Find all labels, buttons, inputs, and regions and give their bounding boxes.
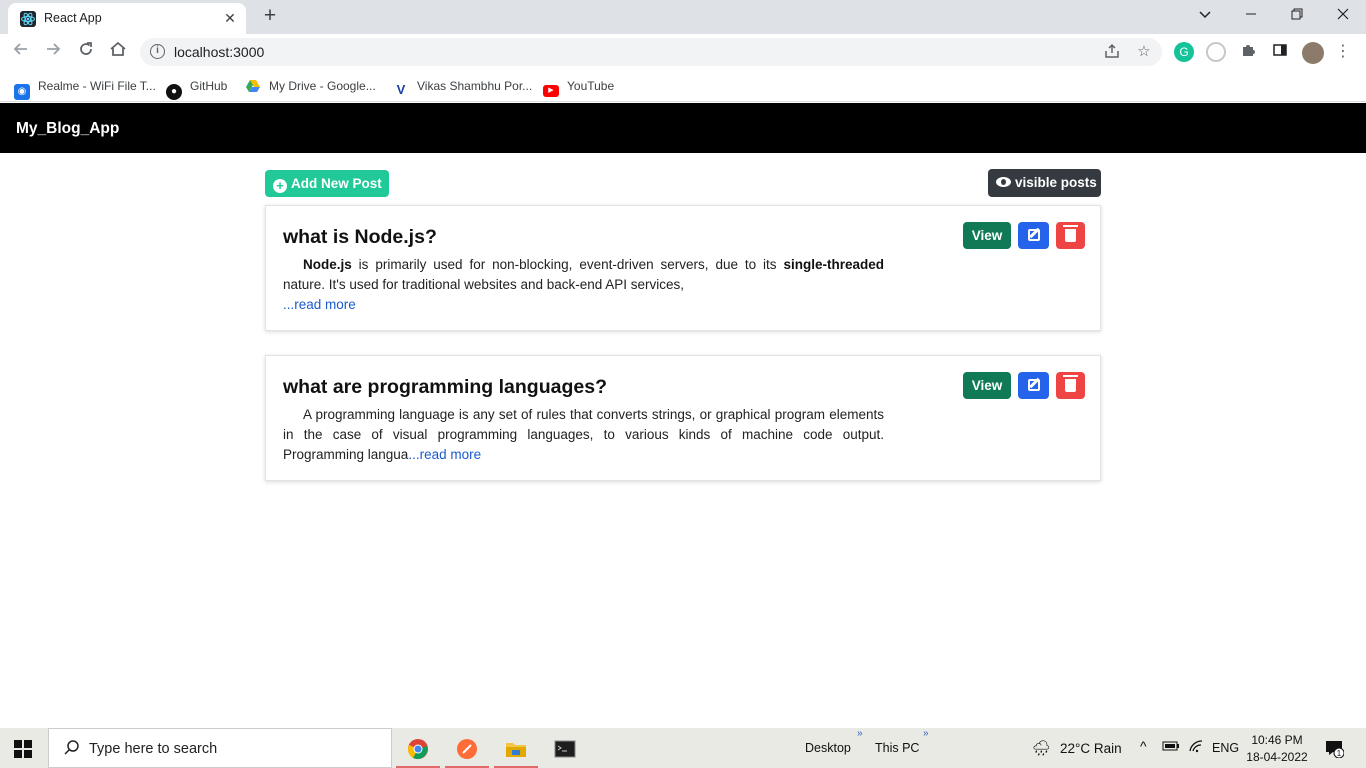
postman-icon	[456, 738, 478, 760]
bookmark-google-drive[interactable]: My Drive - Google...	[245, 77, 376, 95]
plus-circle-icon: +	[273, 179, 287, 193]
url-text: localhost:3000	[174, 44, 265, 60]
bookmark-vikas[interactable]: V Vikas Shambhu Por...	[393, 77, 533, 97]
post-title: what are programming languages?	[283, 376, 607, 398]
post-excerpt: Node.js is primarily used for non-blocki…	[283, 257, 884, 312]
edit-icon	[1027, 379, 1040, 391]
edit-post-button[interactable]	[1018, 222, 1049, 249]
edit-post-button[interactable]	[1018, 372, 1049, 399]
chrome-icon	[407, 738, 429, 760]
menu-kebab-icon[interactable]: ⋮	[1333, 42, 1353, 62]
back-arrow-icon[interactable]	[9, 40, 33, 64]
read-more-link[interactable]: ...read more	[408, 447, 481, 462]
forward-arrow-icon[interactable]	[41, 40, 65, 64]
show-hidden-icons-chevron-icon[interactable]: ^	[1140, 738, 1147, 754]
share-icon[interactable]	[1102, 43, 1122, 61]
react-favicon-icon	[20, 11, 36, 27]
view-post-button[interactable]: View	[963, 222, 1011, 249]
site-info-icon[interactable]: i	[150, 44, 165, 59]
eye-icon	[996, 177, 1011, 187]
trash-icon	[1063, 225, 1078, 242]
bookmarks-bar: ◉ Realme - WiFi File T... ● GitHub My Driv…	[0, 70, 1366, 102]
taskbar-terminal[interactable]	[543, 732, 587, 768]
windows-start-icon[interactable]	[14, 740, 32, 758]
desktop-chevron-icon[interactable]: »	[857, 728, 863, 739]
taskbar-search-box[interactable]: Type here to search	[48, 728, 392, 768]
restore-button[interactable]	[1274, 4, 1320, 28]
battery-icon[interactable]	[1162, 739, 1180, 756]
browser-tab-strip: React App ✕ +	[0, 0, 1366, 34]
system-clock[interactable]: 10:46 PM 18-04-2022	[1242, 732, 1312, 766]
github-icon: ●	[166, 84, 182, 100]
browser-toolbar: i localhost:3000 ☆ G ⋮	[0, 34, 1366, 70]
post-title: what is Node.js?	[283, 226, 437, 248]
windows-taskbar: Type here to search Desktop » This PC » …	[0, 728, 1366, 768]
home-icon[interactable]	[106, 40, 130, 64]
minimize-button[interactable]	[1228, 4, 1274, 28]
extension-circle-icon[interactable]	[1206, 42, 1226, 62]
clock-date: 18-04-2022	[1246, 750, 1308, 764]
grammarly-extension-icon[interactable]: G	[1174, 42, 1194, 62]
wifi-status-icon[interactable]	[1188, 739, 1204, 756]
taskbar-chrome[interactable]	[396, 732, 440, 768]
folder-icon	[505, 738, 527, 760]
terminal-icon	[554, 738, 576, 760]
app-brand[interactable]: My_Blog_App	[16, 120, 119, 138]
address-bar[interactable]: i localhost:3000 ☆	[140, 38, 1162, 66]
v-logo-icon: V	[396, 82, 406, 97]
rain-cloud-icon: 🌧	[1032, 740, 1052, 757]
tab-close-icon[interactable]: ✕	[220, 8, 240, 28]
bookmark-github[interactable]: ● GitHub	[166, 77, 227, 100]
google-drive-icon	[245, 78, 261, 94]
language-indicator[interactable]: ENG	[1212, 741, 1239, 755]
bookmark-youtube[interactable]: ▶ YouTube	[543, 77, 614, 97]
taskbar-file-explorer[interactable]	[494, 732, 538, 768]
youtube-icon: ▶	[543, 85, 559, 97]
post-excerpt: A programming language is any set of rul…	[283, 407, 884, 462]
visible-posts-label: visible posts	[1015, 175, 1097, 190]
taskbar-postman[interactable]	[445, 732, 489, 768]
bookmark-star-icon[interactable]: ☆	[1134, 43, 1154, 61]
post-card: what are programming languages? A progra…	[265, 355, 1101, 481]
delete-post-button[interactable]	[1056, 222, 1085, 249]
new-tab-button[interactable]: +	[258, 5, 282, 29]
notification-count: 1	[1337, 749, 1342, 758]
delete-post-button[interactable]	[1056, 372, 1085, 399]
edit-icon	[1027, 229, 1040, 241]
add-new-post-button[interactable]: + Add New Post	[265, 170, 389, 197]
search-icon	[63, 739, 81, 762]
search-placeholder: Type here to search	[89, 741, 218, 757]
wifi-icon: ◉	[14, 84, 30, 100]
desktop-toolbar[interactable]: Desktop	[805, 741, 851, 755]
this-pc-chevron-icon[interactable]: »	[923, 728, 929, 739]
this-pc-toolbar[interactable]: This PC	[875, 741, 919, 755]
app-navbar: My_Blog_App	[0, 103, 1366, 153]
tab-search-chevron-icon[interactable]	[1182, 4, 1228, 28]
add-new-post-label: Add New Post	[291, 176, 382, 191]
weather-text[interactable]: 22°C Rain	[1060, 741, 1122, 756]
side-panel-icon[interactable]	[1270, 42, 1290, 62]
close-window-button[interactable]	[1320, 4, 1366, 28]
clock-time: 10:46 PM	[1251, 733, 1303, 747]
trash-icon	[1063, 375, 1078, 392]
profile-avatar[interactable]	[1302, 42, 1324, 64]
visible-posts-button[interactable]: visible posts	[988, 169, 1101, 197]
read-more-link[interactable]: ...read more	[283, 297, 356, 312]
notification-icon[interactable]: 1	[1324, 738, 1345, 762]
bookmark-realme[interactable]: ◉ Realme - WiFi File T...	[14, 77, 156, 100]
post-card: what is Node.js? Node.js is primarily us…	[265, 205, 1101, 331]
tab-title: React App	[44, 11, 102, 25]
reload-icon[interactable]	[74, 40, 98, 64]
view-post-button[interactable]: View	[963, 372, 1011, 399]
extensions-puzzle-icon[interactable]	[1238, 42, 1258, 62]
browser-tab[interactable]: React App ✕	[8, 3, 246, 34]
